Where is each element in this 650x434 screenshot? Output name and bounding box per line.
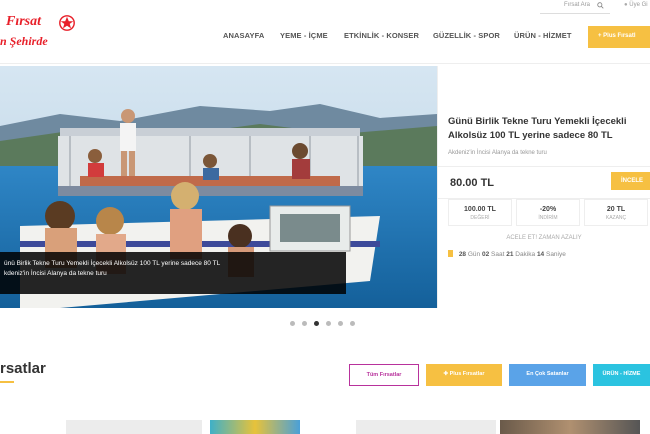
search-icon[interactable]	[597, 2, 604, 9]
filter-best-sellers-button[interactable]: En Çok Satanlar	[509, 364, 586, 386]
slider-dot[interactable]	[326, 321, 331, 326]
slider-dot[interactable]	[350, 321, 355, 326]
search-input[interactable]: Fırsat Ara	[540, 2, 610, 14]
slider-dot[interactable]	[290, 321, 295, 326]
star-icon	[59, 15, 75, 31]
page: Fırsat n Şehirde Fırsat Ara ● Üye Gi ANA…	[0, 0, 650, 434]
logo-text-top: Fırsat	[6, 14, 42, 29]
section-underline	[0, 381, 14, 383]
countdown: 28 Gün 02 Saat 21 Dakika 14 Saniye	[448, 250, 566, 258]
nav-item-yeme-icme[interactable]: YEME - İÇME	[280, 31, 328, 40]
login-label: Üye Gi	[629, 2, 648, 8]
search-placeholder: Fırsat Ara	[564, 2, 591, 8]
incele-button[interactable]: İNCELE	[611, 172, 650, 190]
header: Fırsat n Şehirde Fırsat Ara ● Üye Gi ANA…	[0, 0, 650, 64]
countdown-minutes-label: Dakika	[515, 251, 536, 258]
login-link[interactable]: ● Üye Gi	[624, 2, 648, 8]
slider-dot-active[interactable]	[314, 321, 319, 326]
slider-dot[interactable]	[338, 321, 343, 326]
slide-caption-subtitle: kdeniz'in İncisi Alanya da tekne turu	[4, 270, 107, 277]
nav-item-etkinlik-konser[interactable]: ETKİNLİK - KONSER	[344, 31, 419, 40]
stat-savings-amount: 20 TL	[606, 206, 626, 213]
countdown-hours: 02	[481, 251, 490, 258]
deal-card[interactable]	[500, 420, 640, 434]
stat-savings: 20 TL KAZANÇ	[584, 199, 648, 226]
filter-plus-deals-button[interactable]: ✚ Plus Fırsatlar	[426, 364, 502, 386]
countdown-days-label: Gün	[467, 251, 481, 258]
nav-item-urun-hizmet[interactable]: ÜRÜN - HİZMET	[514, 31, 572, 40]
stat-savings-label: KAZANÇ	[605, 215, 627, 221]
deal-subtitle: Akdeniz'in İncisi Alanya da tekne turu	[448, 150, 547, 156]
stat-discount-label: İNDİRİM	[538, 215, 558, 221]
stat-discount: -20% İNDİRİM	[516, 199, 580, 226]
slide-caption-title: ünü Birlik Tekne Turu Yemekli İçecekli A…	[4, 260, 221, 267]
countdown-hours-label: Saat	[491, 251, 505, 258]
logo[interactable]: Fırsat n Şehirde	[0, 12, 80, 56]
stat-value: 100.00 TL DEĞERİ	[448, 199, 512, 226]
stat-discount-amount: -20%	[539, 206, 557, 213]
stat-value-label: DEĞERİ	[470, 215, 490, 221]
nav-item-anasayfa[interactable]: ANASAYFA	[223, 31, 264, 40]
stat-value-amount: 100.00 TL	[464, 206, 496, 213]
user-icon: ●	[624, 2, 628, 8]
deal-card[interactable]	[66, 420, 202, 434]
deal-stats: 100.00 TL DEĞERİ -20% İNDİRİM 20 TL KAZA…	[448, 199, 650, 226]
hourglass-icon	[448, 250, 453, 257]
deal-title[interactable]: Günü Birlik Tekne Turu Yemekli İçecekli …	[448, 115, 643, 143]
countdown-seconds: 14	[536, 251, 545, 258]
countdown-minutes: 21	[506, 251, 514, 258]
plus-firsatlar-button[interactable]: + Plus Fırsatl	[588, 26, 650, 48]
logo-text-bottom: n Şehirde	[0, 34, 48, 48]
nav-item-guzellik-spor[interactable]: GÜZELLİK - SPOR	[433, 31, 500, 40]
deal-price: 80.00 TL	[450, 177, 495, 189]
deal-panel: Günü Birlik Tekne Turu Yemekli İçecekli …	[438, 66, 650, 308]
slider-dot[interactable]	[302, 321, 307, 326]
countdown-days: 28	[458, 251, 467, 258]
price-row: 80.00 TL İNCELE	[438, 166, 650, 199]
countdown-seconds-label: Saniye	[545, 251, 566, 258]
filter-products-services-button[interactable]: ÜRÜN - HİZME	[593, 364, 650, 386]
deal-card[interactable]	[356, 420, 496, 434]
filter-all-deals-button[interactable]: Tüm Fırsatlar	[349, 364, 419, 386]
section-title: rsatlar	[0, 360, 46, 377]
slide-caption[interactable]: ünü Birlik Tekne Turu Yemekli İçecekli A…	[0, 252, 346, 294]
hurry-text: ACELE ET! ZAMAN AZALIY	[506, 235, 582, 241]
deal-card[interactable]	[210, 420, 300, 434]
